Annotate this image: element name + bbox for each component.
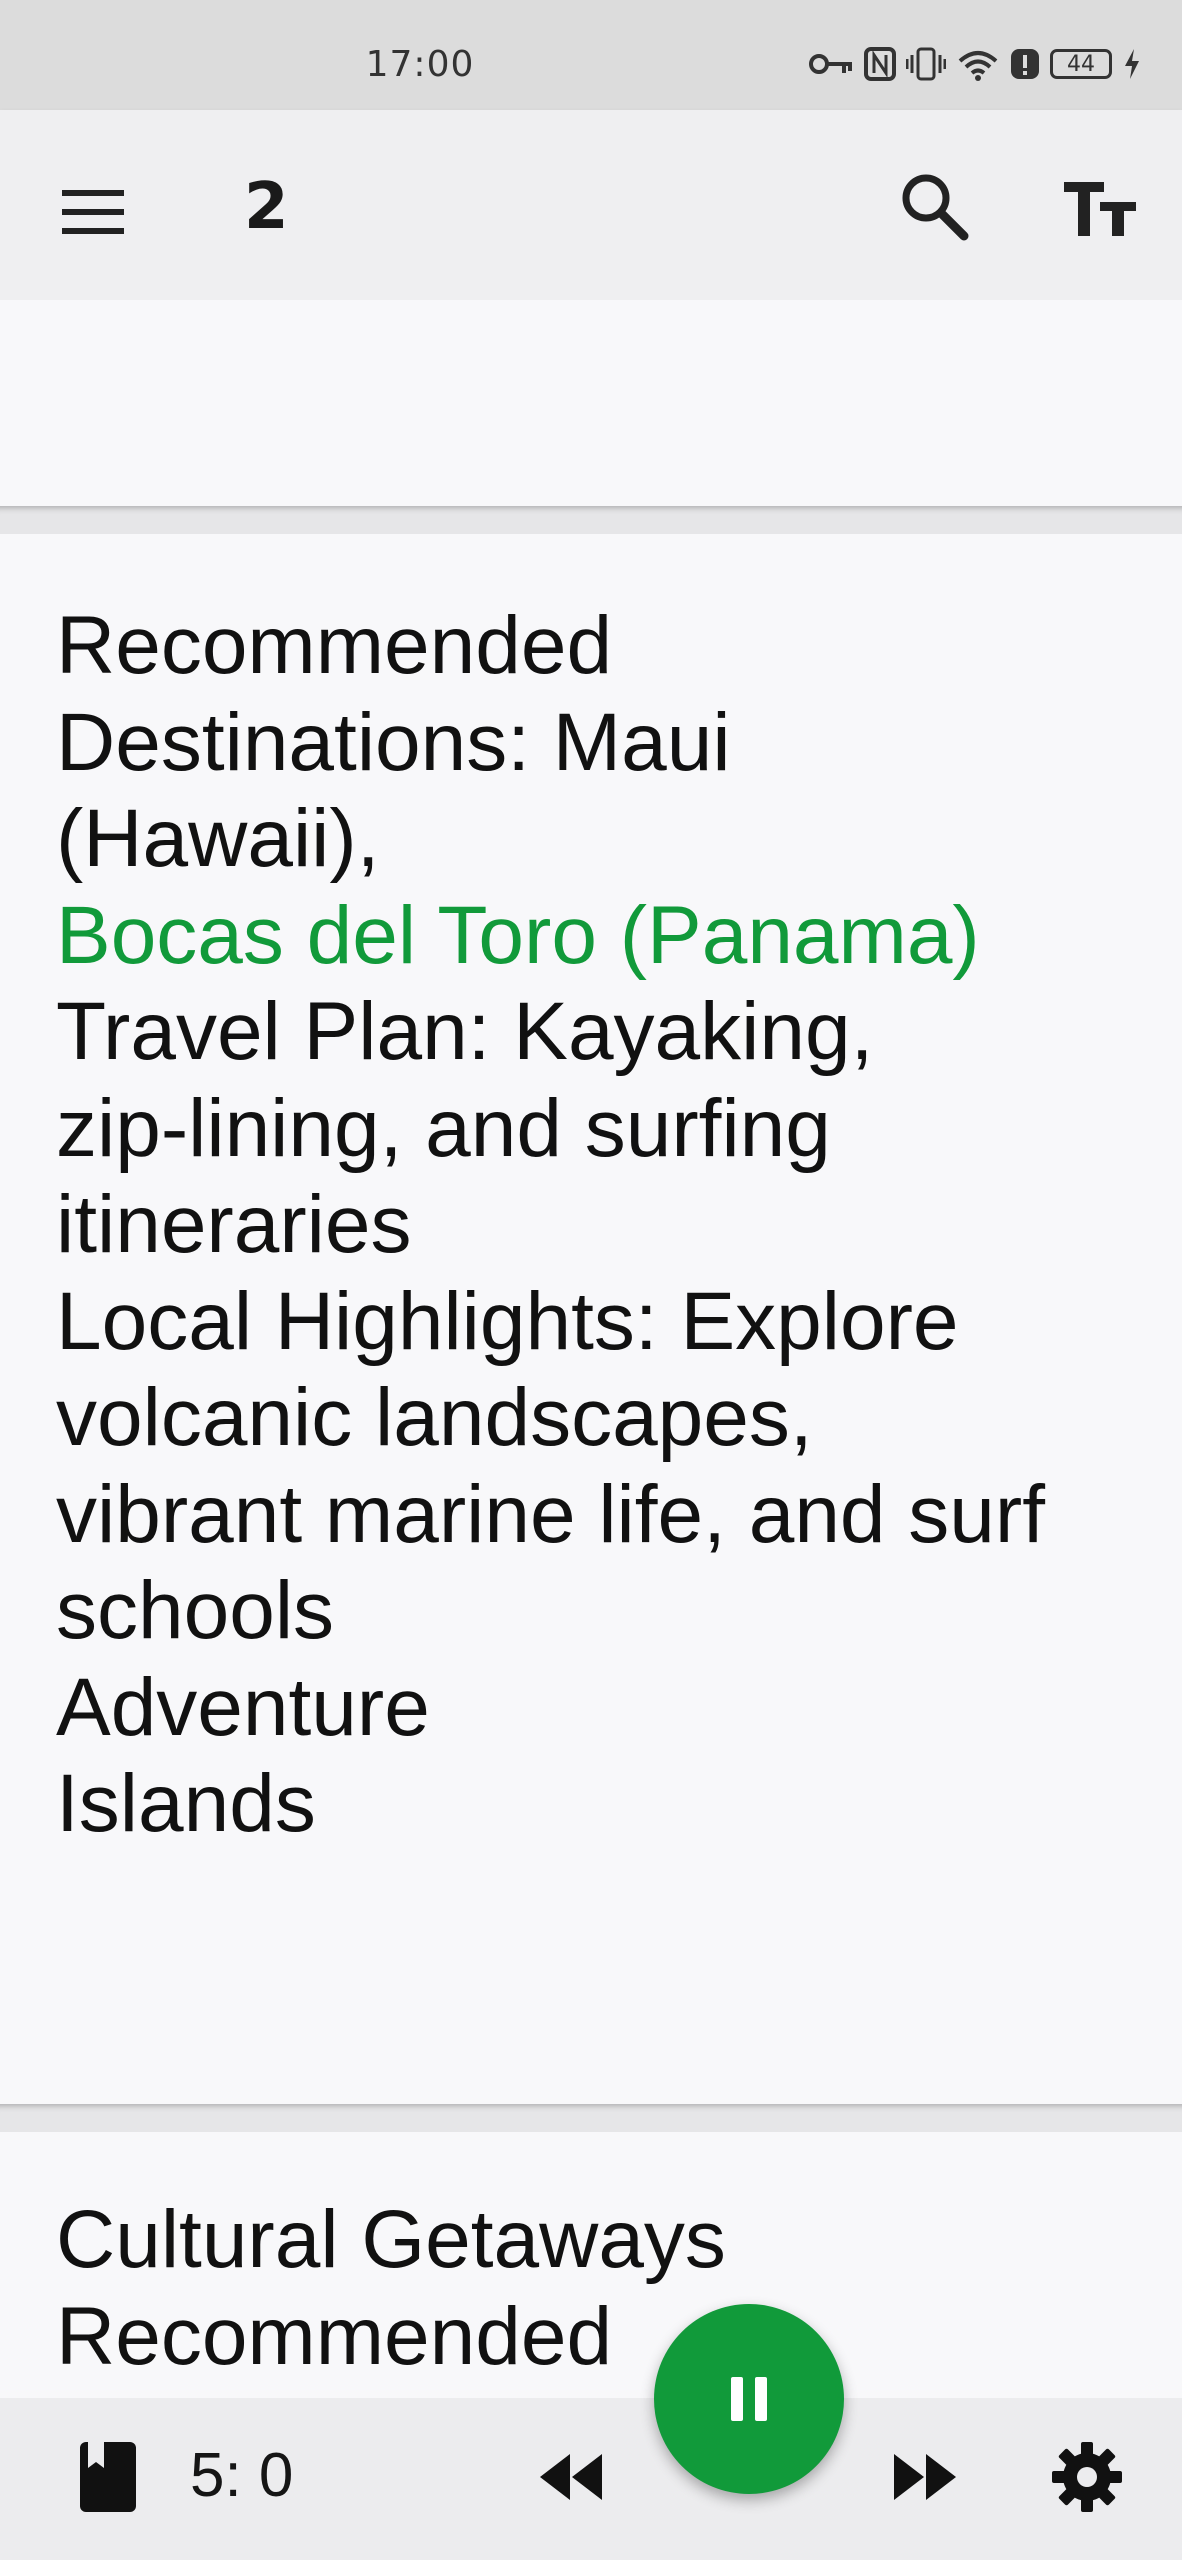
search-icon (902, 174, 969, 241)
menu-icon (62, 190, 124, 234)
reading-card: Recommended Destinations: Maui (Hawaii),… (0, 534, 1182, 2104)
book-button[interactable] (78, 2440, 138, 2514)
search-button[interactable] (898, 170, 972, 244)
menu-button[interactable] (56, 182, 132, 242)
text-size-icon (1064, 182, 1136, 236)
fast-forward-icon (894, 2454, 956, 2500)
next-text: Cultural Getaways Recommended (56, 2192, 1142, 2385)
settings-button[interactable] (1050, 2440, 1124, 2514)
text-line: Recommended (56, 600, 613, 691)
text-line: Islands (56, 1758, 316, 1849)
text-line: volcanic landscapes, (56, 1372, 813, 1463)
battery-level: 44 (1067, 51, 1095, 77)
previous-text-card (0, 300, 1182, 506)
status-bar: 17:00 44 (0, 0, 1182, 110)
text-line: Local Highlights: Explore (56, 1275, 959, 1367)
text-line: Adventure (56, 1661, 430, 1753)
settings-icon (1052, 2442, 1122, 2512)
text-line: (Hawaii), (56, 793, 380, 884)
text-line: Recommended (56, 2290, 613, 2382)
wifi-icon (958, 51, 998, 81)
battery-icon: 44 (1050, 49, 1112, 79)
alert-icon (1011, 49, 1039, 79)
app-bar: 2 (0, 110, 1182, 300)
pause-button[interactable] (654, 2304, 844, 2494)
charging-icon (1125, 49, 1139, 79)
text-line: zip-lining, and surfing (56, 1082, 831, 1174)
text-line: schools (56, 1565, 335, 1656)
playback-position: 5: 0 (190, 2441, 294, 2510)
card-divider (0, 506, 1182, 534)
nfc-icon (864, 47, 896, 81)
rewind-button[interactable] (536, 2448, 606, 2506)
book-icon (80, 2442, 136, 2512)
status-icons: 44 (808, 44, 1142, 84)
text-line: vibrant marine life, and surf (56, 1468, 1046, 1560)
card-divider (0, 2104, 1182, 2132)
status-time: 17:00 (365, 44, 475, 85)
text-line: Destinations: Maui (56, 696, 731, 788)
vibrate-icon (906, 47, 946, 81)
text-line: itineraries (56, 1179, 412, 1270)
text-line: Travel Plan: Kayaking, (56, 986, 874, 1077)
text-line: Cultural Getaways (56, 2194, 726, 2285)
pause-icon (731, 2377, 767, 2421)
text-size-button[interactable] (1060, 172, 1140, 246)
fast-forward-button[interactable] (890, 2448, 960, 2506)
player-bar: 5: 0 (0, 2398, 1182, 2560)
rewind-icon (540, 2454, 602, 2500)
reading-text: Recommended Destinations: Maui (Hawaii),… (56, 598, 1142, 1853)
vpn-key-icon (809, 54, 852, 74)
page-number: 2 (244, 170, 289, 244)
highlighted-text-line: Bocas del Toro (Panama) (56, 889, 980, 981)
